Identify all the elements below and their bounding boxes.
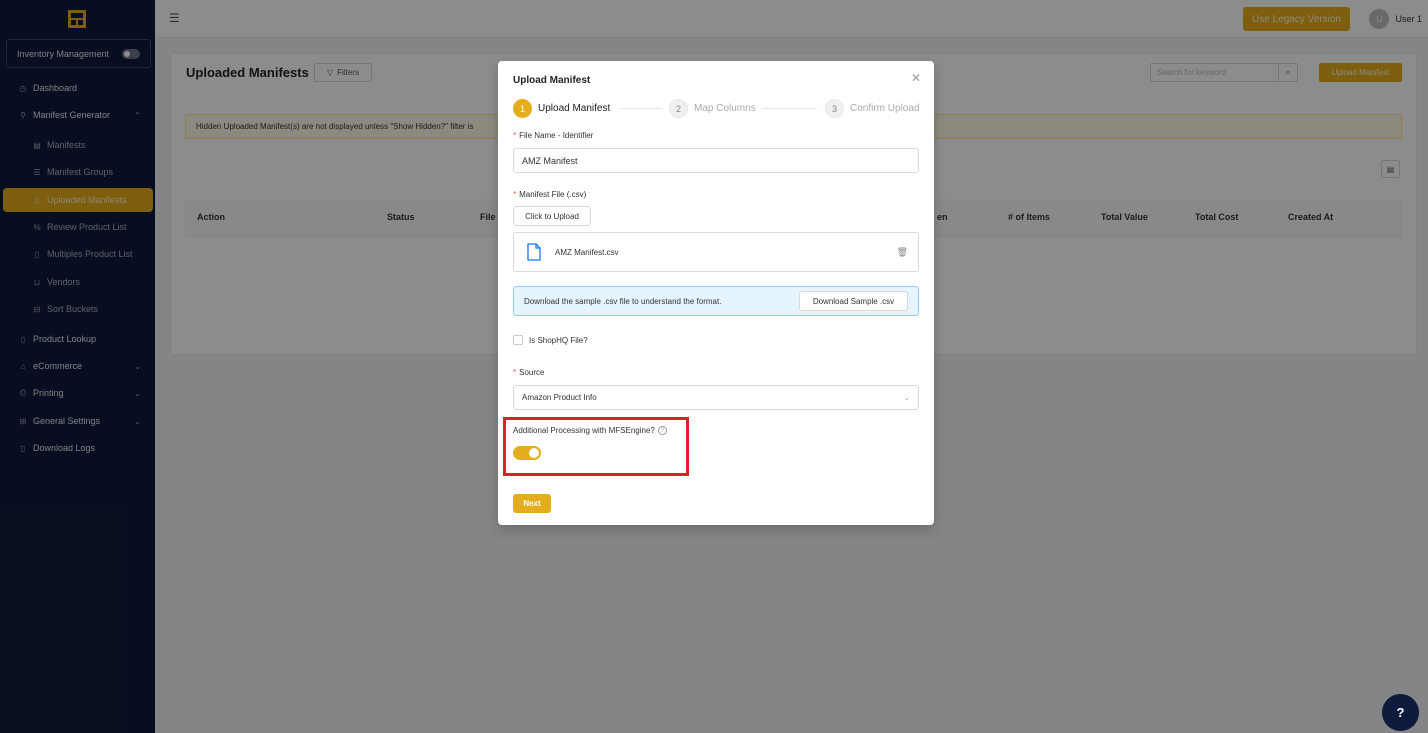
file-name-label-text: File Name - Identifier (519, 131, 594, 140)
question-circle-icon[interactable]: ? (657, 426, 667, 435)
source-select[interactable]: Amazon Product Info ⌄ (513, 385, 919, 410)
download-sample-button[interactable]: Download Sample .csv (799, 291, 908, 311)
sample-info-alert: Download the sample .csv file to underst… (513, 286, 919, 316)
trash-icon[interactable]: 🗑 (897, 247, 908, 258)
required-marker: * (513, 190, 517, 199)
required-marker: * (513, 131, 517, 140)
file-name-label: * File Name - Identifier (513, 131, 593, 140)
upload-manifest-modal: Upload Manifest ✕ 1 Upload Manifest 2 Ma… (498, 61, 934, 525)
modal-title: Upload Manifest (513, 75, 591, 86)
step-number: 3 (825, 99, 844, 118)
uploaded-file-name: AMZ Manifest.csv (555, 248, 619, 257)
manifest-file-label: * Manifest File (.csv) (513, 190, 586, 199)
click-to-upload-button[interactable]: Click to Upload (513, 206, 591, 226)
step-confirm-upload: 3 Confirm Upload (825, 99, 919, 118)
step-label: Map Columns (694, 103, 756, 114)
next-button[interactable]: Next (513, 494, 551, 513)
chevron-down-icon: ⌄ (903, 393, 910, 402)
step-divider (762, 108, 817, 109)
uploaded-file-item: AMZ Manifest.csv 🗑 (513, 232, 919, 272)
manifest-file-label-text: Manifest File (.csv) (519, 190, 587, 199)
source-label: * Source (513, 368, 544, 377)
required-marker: * (513, 368, 517, 377)
step-label: Confirm Upload (850, 103, 920, 114)
close-icon[interactable]: ✕ (911, 71, 921, 85)
step-divider (620, 108, 662, 109)
step-upload-manifest: 1 Upload Manifest (513, 99, 610, 118)
step-number: 1 (513, 99, 532, 118)
help-button[interactable]: ? (1382, 694, 1419, 731)
mfsengine-toggle[interactable] (513, 446, 541, 460)
file-name-input[interactable]: AMZ Manifest (513, 148, 919, 173)
shophq-label: Is ShopHQ File? (529, 335, 588, 345)
sample-info-text: Download the sample .csv file to underst… (524, 296, 722, 306)
file-icon (527, 243, 541, 261)
source-label-text: Source (519, 368, 545, 377)
shophq-checkbox[interactable] (513, 335, 523, 345)
shophq-checkbox-row[interactable]: Is ShopHQ File? (513, 335, 588, 345)
processing-label: Additional Processing with MFSEngine? ? (513, 426, 667, 435)
step-number: 2 (669, 99, 688, 118)
processing-label-text: Additional Processing with MFSEngine? (513, 426, 655, 435)
step-map-columns: 2 Map Columns (669, 99, 756, 118)
step-label: Upload Manifest (538, 103, 611, 114)
source-selected-value: Amazon Product Info (522, 393, 597, 402)
